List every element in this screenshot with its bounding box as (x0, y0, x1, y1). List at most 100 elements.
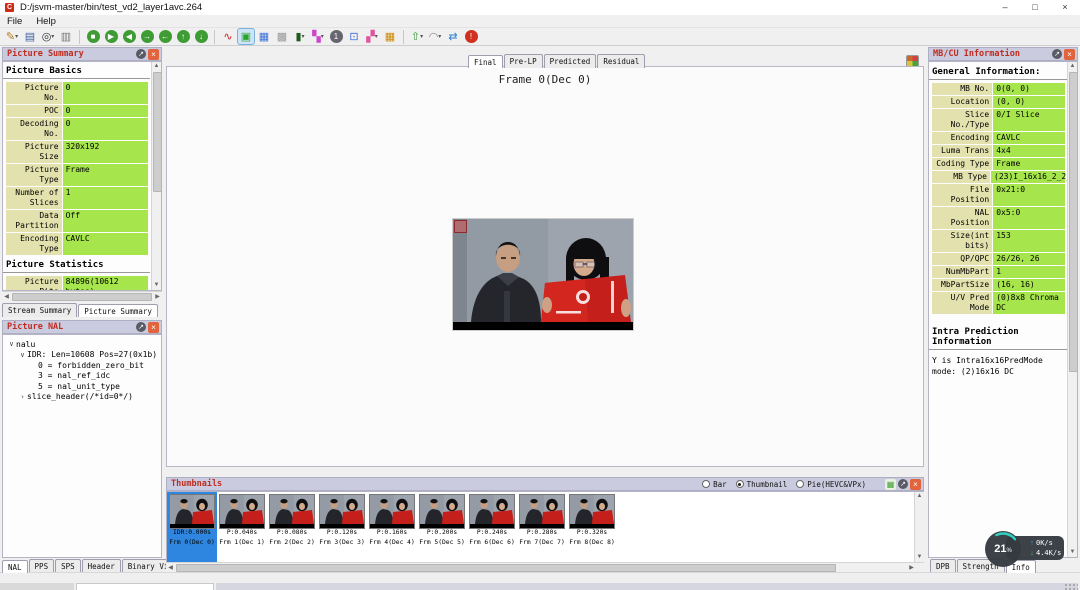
picture-summary-vscrollbar[interactable]: ▲ ▼ (151, 62, 161, 290)
tree-item-0[interactable]: 0 = forbidden_zero_bit (5, 360, 159, 371)
tree-item-slice-header[interactable]: ›slice_header(/*id=0*/) (5, 392, 159, 403)
minimize-button[interactable]: – (990, 0, 1020, 15)
float-icon[interactable]: ↗ (898, 479, 908, 489)
close-button[interactable]: × (1050, 0, 1080, 15)
mb-grid-icon[interactable]: ▦ (256, 29, 272, 44)
play-reverse-icon[interactable]: ◀ (121, 29, 137, 44)
viewer-canvas[interactable]: Frame 0(Dec 0) (166, 67, 924, 467)
nal-tab-sps[interactable]: SPS (55, 559, 81, 573)
overlay-color-icon[interactable]: ▚▾ (310, 29, 326, 44)
tree-item-3[interactable]: 3 = nal_ref_idc (5, 371, 159, 382)
waveform-icon[interactable]: ∿ (220, 29, 236, 44)
close-icon[interactable]: × (910, 479, 921, 490)
dropdown-arrow-icon[interactable]: ▾ (51, 33, 54, 40)
viewer-tab-residual[interactable]: Residual (597, 54, 645, 68)
menu-help[interactable]: Help (29, 16, 63, 27)
tree-expander-icon[interactable]: › (18, 393, 27, 401)
tree-item-nalu[interactable]: ∨nalu (5, 339, 159, 350)
yuv-plane-icon[interactable]: ▮▾ (292, 29, 308, 44)
maximize-button[interactable]: □ (1020, 0, 1050, 15)
tree-expander-icon[interactable]: ∨ (7, 340, 16, 348)
radio-thumbnail[interactable]: Thumbnail (736, 480, 788, 489)
dropdown-arrow-icon[interactable]: ▾ (420, 33, 423, 40)
summary-tab-picture-summary[interactable]: Picture Summary (78, 304, 158, 317)
thumbnail-item-2[interactable]: P:0.080sFrm 2(Dec 2) (267, 492, 317, 562)
close-icon[interactable]: × (148, 49, 159, 60)
thumbnail-item-3[interactable]: P:0.120sFrm 3(Dec 3) (317, 492, 367, 562)
scroll-down-icon[interactable]: ▼ (152, 281, 161, 290)
radio-pie-hevc-vpx[interactable]: Pie(HEVC&VPx) (796, 480, 866, 489)
nal-tab-nal[interactable]: NAL (2, 560, 28, 573)
thumbnail-item-6[interactable]: P:0.240sFrm 6(Dec 6) (467, 492, 517, 562)
dropdown-arrow-icon[interactable]: ▾ (438, 33, 441, 40)
radio-bar[interactable]: Bar (702, 480, 727, 489)
scroll-down-icon[interactable]: ▼ (915, 553, 924, 562)
thumbnail-options-icon[interactable]: ▦ (885, 479, 896, 490)
up-layer-icon[interactable]: ↑ (175, 29, 191, 44)
mb-boundary-icon[interactable]: ▣ (238, 29, 254, 44)
scroll-left-icon[interactable]: ◀ (166, 564, 175, 571)
thumbnail-item-1[interactable]: P:0.040sFrm 1(Dec 1) (217, 492, 267, 562)
float-icon[interactable]: ↗ (136, 49, 146, 59)
thumbnail-item-4[interactable]: P:0.160sFrm 4(Dec 4) (367, 492, 417, 562)
picture-summary-header[interactable]: Picture Summary ↗ × (2, 47, 162, 61)
thumbnail-item-7[interactable]: P:0.280sFrm 7(Dec 7) (517, 492, 567, 562)
thumbnail-item-0[interactable]: IDR:0.000sFrm 0(Dec 0) (167, 492, 217, 562)
thumbnail-item-5[interactable]: P:0.200sFrm 5(Dec 5) (417, 492, 467, 562)
resize-grip[interactable] (1064, 583, 1078, 590)
play-icon[interactable]: ▶ (103, 29, 119, 44)
next-frame-icon[interactable]: → (139, 29, 155, 44)
stream-type-icon[interactable]: ◎▾ (40, 29, 56, 44)
close-icon[interactable]: × (148, 322, 159, 333)
picture-nal-header[interactable]: Picture NAL ↗ × (2, 320, 162, 334)
summary-tab-stream-summary[interactable]: Stream Summary (2, 303, 77, 317)
dropdown-arrow-icon[interactable]: ▾ (321, 33, 324, 40)
dropdown-arrow-icon[interactable]: ▾ (375, 33, 378, 40)
close-icon[interactable]: × (1064, 49, 1075, 60)
open-file-icon[interactable]: ✎▾ (4, 29, 20, 44)
picture-summary-hscrollbar[interactable]: ◀ ▶ (2, 291, 162, 301)
scroll-right-icon[interactable]: ▶ (153, 293, 162, 300)
float-icon[interactable]: ↗ (136, 322, 146, 332)
thumbnail-item-8[interactable]: P:0.320sFrm 8(Dec 8) (567, 492, 617, 562)
float-icon[interactable]: ↗ (1052, 49, 1062, 59)
down-layer-icon[interactable]: ↓ (193, 29, 209, 44)
net-speed-widget[interactable]: ↑ 0K/s ↓ 4.4K/s 21% (984, 530, 1070, 568)
viewer-tab-final[interactable]: Final (468, 55, 503, 68)
tree-item-5[interactable]: 5 = nal_unit_type (5, 381, 159, 392)
mbinfo-tab-dpb[interactable]: DPB (930, 559, 956, 573)
scroll-right-icon[interactable]: ▶ (907, 564, 916, 571)
thumbnails-hscrollbar[interactable]: ◀ ▶ (166, 562, 924, 572)
scroll-up-icon[interactable]: ▲ (1068, 62, 1077, 71)
scroll-left-icon[interactable]: ◀ (2, 293, 11, 300)
nal-tab-header[interactable]: Header (82, 559, 121, 573)
thumbnails-vscrollbar[interactable]: ▲ ▼ (914, 492, 924, 562)
viewer-tab-pre-lp[interactable]: Pre-LP (504, 54, 543, 68)
alert-icon[interactable]: ! (463, 29, 479, 44)
quad-view-icon[interactable]: ▦ (382, 29, 398, 44)
close-stream-icon[interactable]: ▥ (58, 29, 74, 44)
mb-info-icon[interactable]: 1 (328, 29, 344, 44)
thumbnails-header[interactable]: Thumbnails BarThumbnailPie(HEVC&VPx) ▦ ↗… (166, 477, 924, 491)
filter-icon[interactable]: ⇧▾ (409, 29, 425, 44)
menu-file[interactable]: File (0, 16, 29, 27)
scroll-up-icon[interactable]: ▲ (915, 492, 924, 501)
prev-frame-icon[interactable]: ← (157, 29, 173, 44)
tree-expander-icon[interactable]: ∨ (18, 351, 27, 359)
mb-info-header[interactable]: MB/CU Information ↗ × (928, 47, 1078, 61)
chart-icon[interactable]: ◠▾ (427, 29, 443, 44)
viewer-tab-predicted[interactable]: Predicted (544, 54, 597, 68)
scroll-up-icon[interactable]: ▲ (152, 62, 161, 71)
dropdown-arrow-icon[interactable]: ▾ (302, 33, 305, 40)
tree-item-idr[interactable]: ∨IDR: Len=10608 Pos=27(0x1b) (5, 350, 159, 361)
zoom-view-icon[interactable]: ⊡ (346, 29, 362, 44)
dropdown-arrow-icon[interactable]: ▾ (15, 33, 18, 40)
color-select-icon[interactable]: ▞▾ (364, 29, 380, 44)
stop-icon[interactable]: ■ (85, 29, 101, 44)
mb-info-vscrollbar[interactable]: ▲ ▼ (1067, 62, 1077, 557)
compare-icon[interactable]: ⇄ (445, 29, 461, 44)
nal-tab-pps[interactable]: PPS (29, 559, 55, 573)
video-frame[interactable] (453, 219, 633, 330)
grid-dashed-icon[interactable]: ▩ (274, 29, 290, 44)
save-icon[interactable]: ▤ (22, 29, 38, 44)
